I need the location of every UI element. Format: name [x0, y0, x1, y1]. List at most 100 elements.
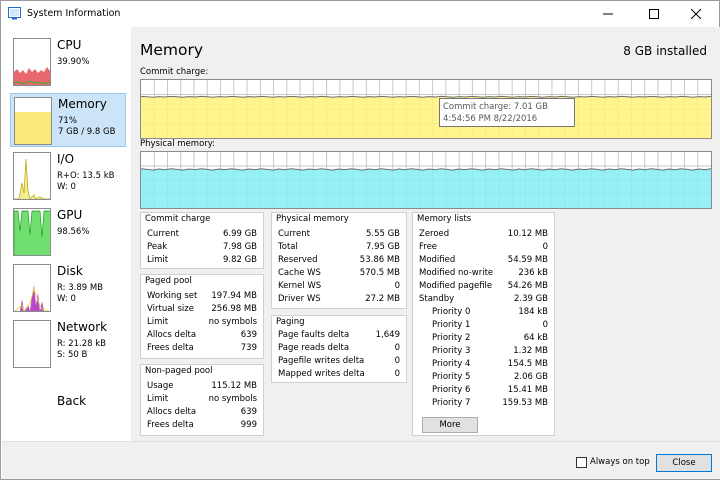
sidebar-item-label: CPU	[57, 38, 82, 52]
memory-panel: Memory 8 GB installed Commit charge: Com…	[131, 27, 720, 441]
panel-title: Commit charge	[145, 214, 211, 224]
sidebar-item-label: Network	[57, 320, 108, 334]
close-window-button[interactable]	[673, 1, 719, 27]
list-item: Working set 197.94 MB	[147, 291, 257, 301]
list-item: Priority 2 64 kB	[432, 333, 548, 343]
back-link[interactable]: Back	[57, 394, 86, 408]
gpu-thumbnail-fill	[14, 210, 50, 255]
list-item: Page faults delta 1,649	[278, 330, 400, 340]
physical-memory-graph-label: Physical memory:	[140, 139, 216, 149]
commit-charge-graph-area	[141, 96, 711, 138]
sidebar-item-io[interactable]: I/O R+O: 13.5 kB W: 0	[10, 149, 126, 203]
physical-memory-panel: Physical memory Current 5.55 GB Total 7.95…	[271, 212, 407, 309]
installed-memory-label: 8 GB installed	[623, 44, 707, 58]
list-item: Driver WS 27.2 MB	[278, 294, 400, 304]
footer-bar: Always on top Close	[2, 441, 720, 479]
list-item: Allocs delta 639	[147, 407, 257, 417]
sidebar-item-detail: S: 50 B	[57, 350, 88, 360]
list-item: Current 5.55 GB	[278, 229, 400, 239]
minimize-icon	[603, 13, 613, 15]
sidebar-item-value: 39.90%	[57, 57, 90, 67]
tooltip-line-2: 4:54:56 PM 8/22/2016	[443, 114, 538, 124]
sidebar-item-memory[interactable]: Memory 71% 7 GB / 9.8 GB	[10, 93, 126, 147]
sidebar-item-value: 98.56%	[57, 227, 90, 237]
list-item: Virtual size 256.98 MB	[147, 304, 257, 314]
list-item: Zeroed 10.12 MB	[419, 229, 548, 239]
list-item: Priority 4 154.5 MB	[432, 359, 548, 369]
list-item: Free 0	[419, 242, 548, 252]
list-item: Reserved 53.86 MB	[278, 255, 400, 265]
close-icon	[691, 9, 701, 19]
non-paged-pool-panel: Non-paged pool Usage 115.12 MB Limit no sy…	[140, 364, 264, 436]
list-item: Priority 6 15.41 MB	[432, 385, 548, 395]
list-item: Priority 3 1.32 MB	[432, 346, 548, 356]
list-item: Priority 10	[432, 320, 548, 330]
sidebar-item-gpu[interactable]: GPU 98.56%	[10, 205, 126, 259]
list-item: Total 7.95 GB	[278, 242, 400, 252]
sidebar-item-label: GPU	[57, 208, 83, 222]
disk-thumbnail-graph	[13, 264, 51, 312]
memory-thumbnail-fill	[15, 112, 51, 144]
sidebar-item-value: R+O: 13.5 kB	[57, 171, 115, 181]
tooltip-line-1: Commit charge: 7.01 GB	[443, 102, 548, 112]
list-item: Limit no symbols	[147, 394, 257, 404]
physical-memory-graph-area	[141, 168, 711, 208]
sidebar-item-value: 71%	[58, 116, 77, 126]
list-item: Usage 115.12 MB	[147, 381, 257, 391]
list-item: Priority 7 159.53 MB	[432, 398, 548, 408]
sidebar-item-value: R: 21.28 kB	[57, 339, 106, 349]
close-button[interactable]: Close	[656, 454, 712, 472]
list-item: Modified no-write 236 kB	[419, 268, 548, 278]
list-item: Modified pagefile 54.26 MB	[419, 281, 548, 291]
always-on-top-checkbox[interactable]	[576, 457, 587, 468]
list-item: Kernel WS 0	[278, 281, 400, 291]
minimize-button[interactable]	[585, 1, 631, 27]
list-item: Page reads delta 0	[278, 343, 400, 353]
sidebar: CPU 39.90% Memory 71% 7 GB / 9.8 GB I/O …	[2, 27, 130, 441]
disk-thumbnail-fill	[14, 285, 50, 311]
physical-memory-graph	[140, 151, 712, 209]
commit-charge-panel: Commit charge Current 6.99 GB Peak 7.98 GB…	[140, 212, 264, 269]
gpu-thumbnail-graph	[13, 208, 51, 256]
title-bar[interactable]: System Information	[1, 1, 719, 27]
list-item: Mapped writes delta 0	[278, 369, 400, 379]
sidebar-item-disk[interactable]: Disk R: 3.89 MB W: 0	[10, 261, 126, 315]
sidebar-item-detail: 7 GB / 9.8 GB	[58, 127, 116, 137]
sidebar-item-detail: W: 0	[57, 182, 76, 192]
sidebar-item-network[interactable]: Network R: 21.28 kB S: 50 B	[10, 317, 126, 371]
list-item: Priority 0 184 kB	[432, 307, 548, 317]
system-information-app-icon	[8, 7, 21, 20]
page-title: Memory	[140, 41, 204, 59]
panel-title: Memory lists	[417, 214, 472, 224]
maximize-icon	[649, 9, 659, 19]
commit-charge-graph-line	[140, 95, 712, 98]
paged-pool-panel: Paged pool Working set 197.94 MB Virtual …	[140, 274, 264, 359]
sidebar-item-value: R: 3.89 MB	[57, 283, 104, 293]
list-item: Modified 54.59 MB	[419, 255, 548, 265]
list-item: Peak 7.98 GB	[147, 242, 257, 252]
list-item: Allocs delta 639	[147, 330, 257, 340]
panel-title: Non-paged pool	[145, 366, 213, 376]
list-item: Standby 2.39 GB	[419, 294, 548, 304]
sidebar-item-detail: W: 0	[57, 294, 76, 304]
network-thumbnail-graph	[13, 320, 51, 368]
list-item: Cache WS 570.5 MB	[278, 268, 400, 278]
panel-title: Paging	[276, 317, 305, 327]
sidebar-item-label: Memory	[58, 97, 107, 111]
panel-title: Paged pool	[145, 276, 192, 286]
memory-lists-panel: Memory lists Zeroed 10.12 MB Free 0 Modifi…	[412, 212, 555, 436]
memory-thumbnail-graph	[14, 97, 52, 145]
more-button[interactable]: More	[422, 417, 478, 433]
commit-charge-graph	[140, 79, 712, 139]
cpu-thumbnail-graph	[13, 38, 51, 86]
always-on-top-label[interactable]: Always on top	[590, 457, 650, 467]
list-item: Limit 9.82 GB	[147, 255, 257, 265]
sidebar-item-cpu[interactable]: CPU 39.90%	[10, 35, 126, 89]
list-item: Frees delta 739	[147, 343, 257, 353]
list-item: Pagefile writes delta 0	[278, 356, 400, 366]
maximize-button[interactable]	[631, 1, 677, 27]
commit-charge-graph-label: Commit charge:	[140, 67, 209, 77]
system-information-window: System Information CPU 39.90% Memory 71%…	[0, 0, 720, 480]
sidebar-item-label: Disk	[57, 264, 83, 278]
io-thumbnail-graph	[13, 152, 51, 200]
